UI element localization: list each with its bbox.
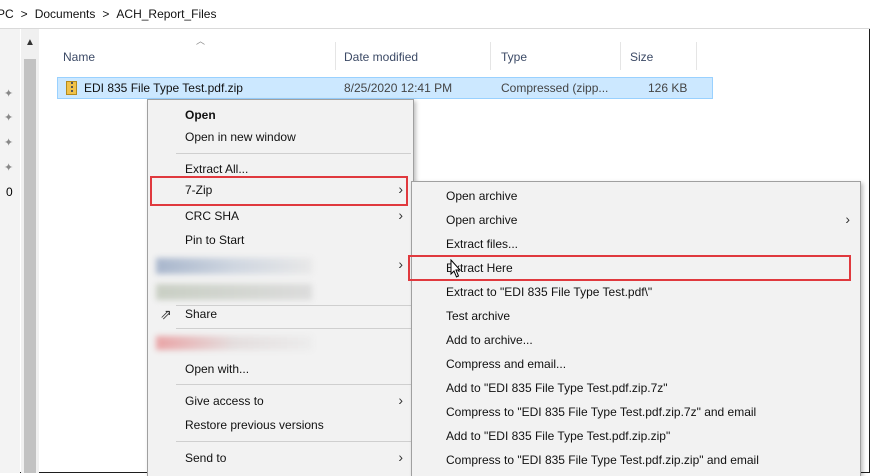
mouse-cursor-icon bbox=[450, 259, 462, 278]
pin-icon: ✦ bbox=[4, 88, 14, 100]
chevron-right-icon: › bbox=[398, 207, 403, 223]
menu-item-send-to[interactable]: Send to › bbox=[148, 447, 413, 471]
chevron-right-icon: › bbox=[398, 449, 403, 465]
scroll-thumb[interactable] bbox=[24, 59, 36, 473]
breadcrumb-separator: > bbox=[20, 7, 28, 21]
menu-item-obscured[interactable] bbox=[148, 280, 413, 304]
menu-item-restore-versions[interactable]: Restore previous versions bbox=[148, 414, 413, 438]
file-size: 126 KB bbox=[648, 81, 688, 95]
submenu-item-add-to-archive[interactable]: Add to archive... bbox=[412, 329, 860, 353]
file-date: 8/25/2020 12:41 PM bbox=[344, 81, 453, 95]
scroll-up-icon[interactable]: ▲ bbox=[25, 37, 35, 48]
submenu-item-add-to-7z[interactable]: Add to "EDI 835 File Type Test.pdf.zip.7… bbox=[412, 377, 860, 401]
chevron-right-icon: › bbox=[398, 256, 403, 272]
redacted-content bbox=[156, 284, 312, 300]
breadcrumb-item-documents[interactable]: Documents bbox=[35, 7, 96, 21]
menu-separator bbox=[176, 153, 411, 154]
submenu-item-compress-zip-email[interactable]: Compress to "EDI 835 File Type Test.pdf.… bbox=[412, 449, 860, 473]
column-divider[interactable] bbox=[490, 42, 491, 70]
redacted-content bbox=[156, 336, 312, 350]
submenu-item-test-archive[interactable]: Test archive bbox=[412, 305, 860, 329]
menu-item-open-new-window[interactable]: Open in new window bbox=[148, 126, 413, 150]
menu-separator bbox=[176, 328, 411, 329]
breadcrumb-item-ach-report-files[interactable]: ACH_Report_Files bbox=[116, 7, 216, 21]
breadcrumb-separator: > bbox=[102, 7, 110, 21]
navigation-pane: ✦ ✦ ✦ ✦ 0 bbox=[0, 29, 20, 473]
column-header-name[interactable]: Name bbox=[63, 50, 95, 64]
menu-item-share[interactable]: ⇗ Share bbox=[148, 303, 413, 327]
chevron-right-icon: › bbox=[845, 211, 850, 227]
pin-icon: ✦ bbox=[4, 112, 14, 124]
menu-item-open[interactable]: Open bbox=[148, 104, 413, 128]
menu-separator bbox=[176, 441, 411, 442]
pin-icon: ✦ bbox=[4, 162, 14, 174]
file-name: EDI 835 File Type Test.pdf.zip bbox=[84, 81, 243, 95]
highlight-box-7zip bbox=[150, 176, 408, 206]
menu-item-give-access[interactable]: Give access to › bbox=[148, 390, 413, 414]
column-divider[interactable] bbox=[620, 42, 621, 70]
column-header-size[interactable]: Size bbox=[630, 50, 653, 64]
column-divider[interactable] bbox=[696, 42, 697, 70]
file-row-selected[interactable]: EDI 835 File Type Test.pdf.zip 8/25/2020… bbox=[57, 77, 713, 99]
submenu-item-open-archive-more[interactable]: Open archive › bbox=[412, 209, 860, 233]
navigation-scrollbar[interactable]: ▲ bbox=[21, 29, 39, 473]
sort-up-icon: ︿ bbox=[196, 36, 206, 46]
pin-icon: ✦ bbox=[4, 137, 14, 149]
submenu-item-extract-to[interactable]: Extract to "EDI 835 File Type Test.pdf\" bbox=[412, 281, 860, 305]
menu-item-crc-sha[interactable]: CRC SHA › bbox=[148, 205, 413, 229]
submenu-item-extract-files[interactable]: Extract files... bbox=[412, 233, 860, 257]
column-header-type[interactable]: Type bbox=[501, 50, 527, 64]
chevron-right-icon: › bbox=[398, 392, 403, 408]
menu-item-open-with[interactable]: Open with... bbox=[148, 358, 413, 382]
column-divider[interactable] bbox=[335, 42, 336, 70]
7zip-submenu: Open archive Open archive › Extract file… bbox=[411, 181, 861, 476]
file-type: Compressed (zipp... bbox=[501, 81, 609, 95]
submenu-item-add-to-zip[interactable]: Add to "EDI 835 File Type Test.pdf.zip.z… bbox=[412, 425, 860, 449]
menu-item-obscured[interactable]: › bbox=[148, 254, 413, 278]
menu-item-pin-to-start[interactable]: Pin to Start bbox=[148, 229, 413, 253]
redacted-content bbox=[156, 258, 312, 274]
breadcrumb: PC > Documents > ACH_Report_Files bbox=[0, 0, 870, 29]
submenu-item-open-archive[interactable]: Open archive bbox=[412, 185, 860, 209]
breadcrumb-item-pc[interactable]: PC bbox=[0, 7, 14, 21]
submenu-item-compress-email[interactable]: Compress and email... bbox=[412, 353, 860, 377]
menu-item-obscured[interactable] bbox=[148, 332, 413, 356]
share-icon: ⇗ bbox=[160, 306, 172, 322]
highlight-box-extract-here bbox=[408, 255, 851, 281]
nav-label: 0 bbox=[6, 185, 13, 199]
column-header-date-modified[interactable]: Date modified bbox=[344, 50, 418, 64]
zip-file-icon bbox=[66, 81, 77, 95]
context-menu: Open Open in new window Extract All... 7… bbox=[147, 99, 414, 476]
submenu-item-compress-7z-email[interactable]: Compress to "EDI 835 File Type Test.pdf.… bbox=[412, 401, 860, 425]
menu-separator bbox=[176, 384, 411, 385]
